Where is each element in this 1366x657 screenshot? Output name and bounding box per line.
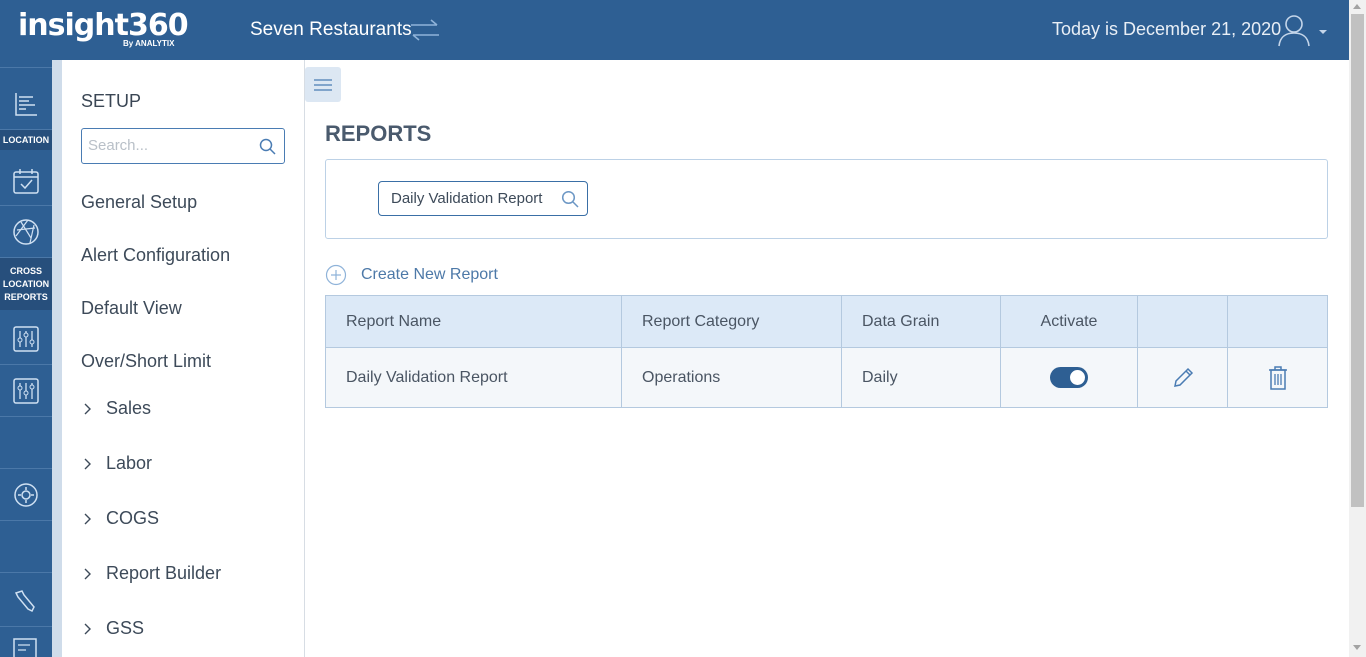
chevron-right-icon bbox=[84, 623, 91, 634]
cell-delete bbox=[1227, 347, 1328, 408]
chevron-right-icon bbox=[84, 458, 91, 469]
menu-over-short-limit[interactable]: Over/Short Limit bbox=[81, 351, 211, 372]
column-delete bbox=[1227, 295, 1328, 348]
rail-cross-location-label: CROSS LOCATION REPORTS bbox=[0, 258, 52, 310]
rail-cross-label-line2: LOCATION bbox=[2, 278, 50, 289]
edit-list-icon bbox=[13, 638, 37, 657]
today-date: Today is December 21, 2020 bbox=[1052, 19, 1282, 39]
rail-location-label: LOCATION bbox=[0, 130, 52, 150]
page-scrollbar[interactable] bbox=[1349, 0, 1366, 657]
setup-panel: SETUP General Setup Alert Configuration … bbox=[62, 60, 305, 657]
page-title: REPORTS bbox=[325, 121, 432, 146]
bar-chart-icon bbox=[15, 92, 37, 116]
setup-search-box bbox=[81, 128, 285, 164]
rail-gear-button[interactable] bbox=[0, 469, 52, 521]
cell-edit bbox=[1137, 347, 1228, 408]
cell-report-name: Daily Validation Report bbox=[325, 347, 622, 408]
aperture-icon bbox=[13, 218, 39, 245]
scroll-down-arrow[interactable] bbox=[1353, 645, 1361, 650]
rail-calendar-button[interactable] bbox=[0, 156, 52, 206]
hamburger-icon bbox=[314, 78, 332, 91]
table-header-row: Report Name Report Category Data Grain A… bbox=[325, 295, 1328, 348]
hamburger-menu-button[interactable] bbox=[305, 67, 341, 102]
chevron-down-icon[interactable] bbox=[1318, 28, 1328, 36]
rail-cross-label-line3: REPORTS bbox=[4, 291, 48, 302]
rail-empty-slot-2 bbox=[0, 521, 52, 573]
report-search-input[interactable] bbox=[379, 182, 549, 214]
table-row: Daily Validation Report Operations Daily bbox=[325, 347, 1328, 408]
rail-top-stub bbox=[0, 60, 52, 68]
menu-labor-label: Labor bbox=[106, 453, 153, 473]
scroll-thumb[interactable] bbox=[1351, 14, 1364, 507]
menu-cogs-label: COGS bbox=[106, 508, 160, 528]
create-new-report-button[interactable]: Create New Report bbox=[325, 264, 498, 286]
logo-sub-text: By ANALYTIX bbox=[123, 39, 175, 48]
column-report-category[interactable]: Report Category bbox=[621, 295, 842, 348]
column-activate[interactable]: Activate bbox=[1000, 295, 1138, 348]
rail-empty-slot bbox=[0, 417, 52, 469]
column-report-name[interactable]: Report Name bbox=[325, 295, 622, 348]
menu-gss[interactable]: GSS bbox=[81, 618, 144, 639]
top-bar: insight360 By ANALYTIX Seven Restaurants… bbox=[0, 0, 1349, 60]
logo-main-text: insight360 bbox=[18, 8, 189, 43]
search-icon[interactable] bbox=[259, 138, 276, 155]
chevron-right-icon bbox=[84, 513, 91, 524]
insight360-logo[interactable]: insight360 By ANALYTIX bbox=[18, 8, 189, 52]
sliders-icon bbox=[13, 325, 39, 352]
menu-default-view[interactable]: Default View bbox=[81, 298, 182, 319]
report-search-box bbox=[378, 181, 588, 216]
search-icon[interactable] bbox=[561, 190, 579, 208]
sliders-report-icon bbox=[13, 377, 39, 404]
menu-labor[interactable]: Labor bbox=[81, 453, 152, 474]
menu-cogs[interactable]: COGS bbox=[81, 508, 159, 529]
pencil-edit-icon[interactable] bbox=[1170, 365, 1196, 391]
rail-settings-sliders-button[interactable] bbox=[0, 313, 52, 365]
rail-report-sliders-button[interactable] bbox=[0, 365, 52, 417]
menu-sales[interactable]: Sales bbox=[81, 398, 151, 419]
setup-search-input[interactable] bbox=[82, 129, 252, 161]
swap-arrows-icon[interactable] bbox=[409, 17, 441, 43]
menu-alert-configuration[interactable]: Alert Configuration bbox=[81, 245, 230, 266]
cell-activate bbox=[1000, 347, 1138, 408]
calendar-check-icon bbox=[13, 168, 39, 194]
column-data-grain[interactable]: Data Grain bbox=[841, 295, 1001, 348]
menu-general-setup[interactable]: General Setup bbox=[81, 192, 197, 213]
column-edit bbox=[1137, 295, 1228, 348]
scroll-up-arrow[interactable] bbox=[1353, 4, 1361, 9]
trash-delete-icon[interactable] bbox=[1266, 365, 1290, 391]
setup-title: SETUP bbox=[81, 91, 142, 111]
rail-cross-label-line1: CROSS bbox=[9, 265, 42, 276]
plus-circle-icon bbox=[325, 264, 347, 286]
menu-sales-label: Sales bbox=[106, 398, 152, 418]
wrench-icon bbox=[14, 589, 35, 612]
chevron-right-icon bbox=[84, 568, 91, 579]
menu-gss-label: GSS bbox=[106, 618, 145, 638]
activate-toggle[interactable] bbox=[1050, 367, 1088, 388]
icon-rail: LOCATION CROSS LOCATION REPORTS bbox=[0, 60, 52, 657]
rail-accent-strip bbox=[52, 60, 62, 657]
menu-report-builder-label: Report Builder bbox=[106, 563, 222, 583]
company-name: Seven Restaurants bbox=[250, 19, 412, 40]
gear-refresh-icon bbox=[14, 482, 38, 507]
rail-tools-button[interactable] bbox=[0, 575, 52, 627]
rail-dashboard-button[interactable] bbox=[0, 78, 52, 130]
chevron-right-icon bbox=[84, 403, 91, 414]
rail-edit-list-button[interactable] bbox=[0, 627, 52, 657]
menu-report-builder[interactable]: Report Builder bbox=[81, 563, 221, 584]
cell-report-category: Operations bbox=[621, 347, 842, 408]
create-new-report-label: Create New Report bbox=[361, 266, 498, 283]
reports-table: Report Name Report Category Data Grain A… bbox=[325, 295, 1328, 408]
user-avatar-icon[interactable] bbox=[1276, 12, 1312, 48]
report-filter-panel bbox=[325, 159, 1328, 239]
rail-aperture-button[interactable] bbox=[0, 206, 52, 258]
cell-data-grain: Daily bbox=[841, 347, 1001, 408]
